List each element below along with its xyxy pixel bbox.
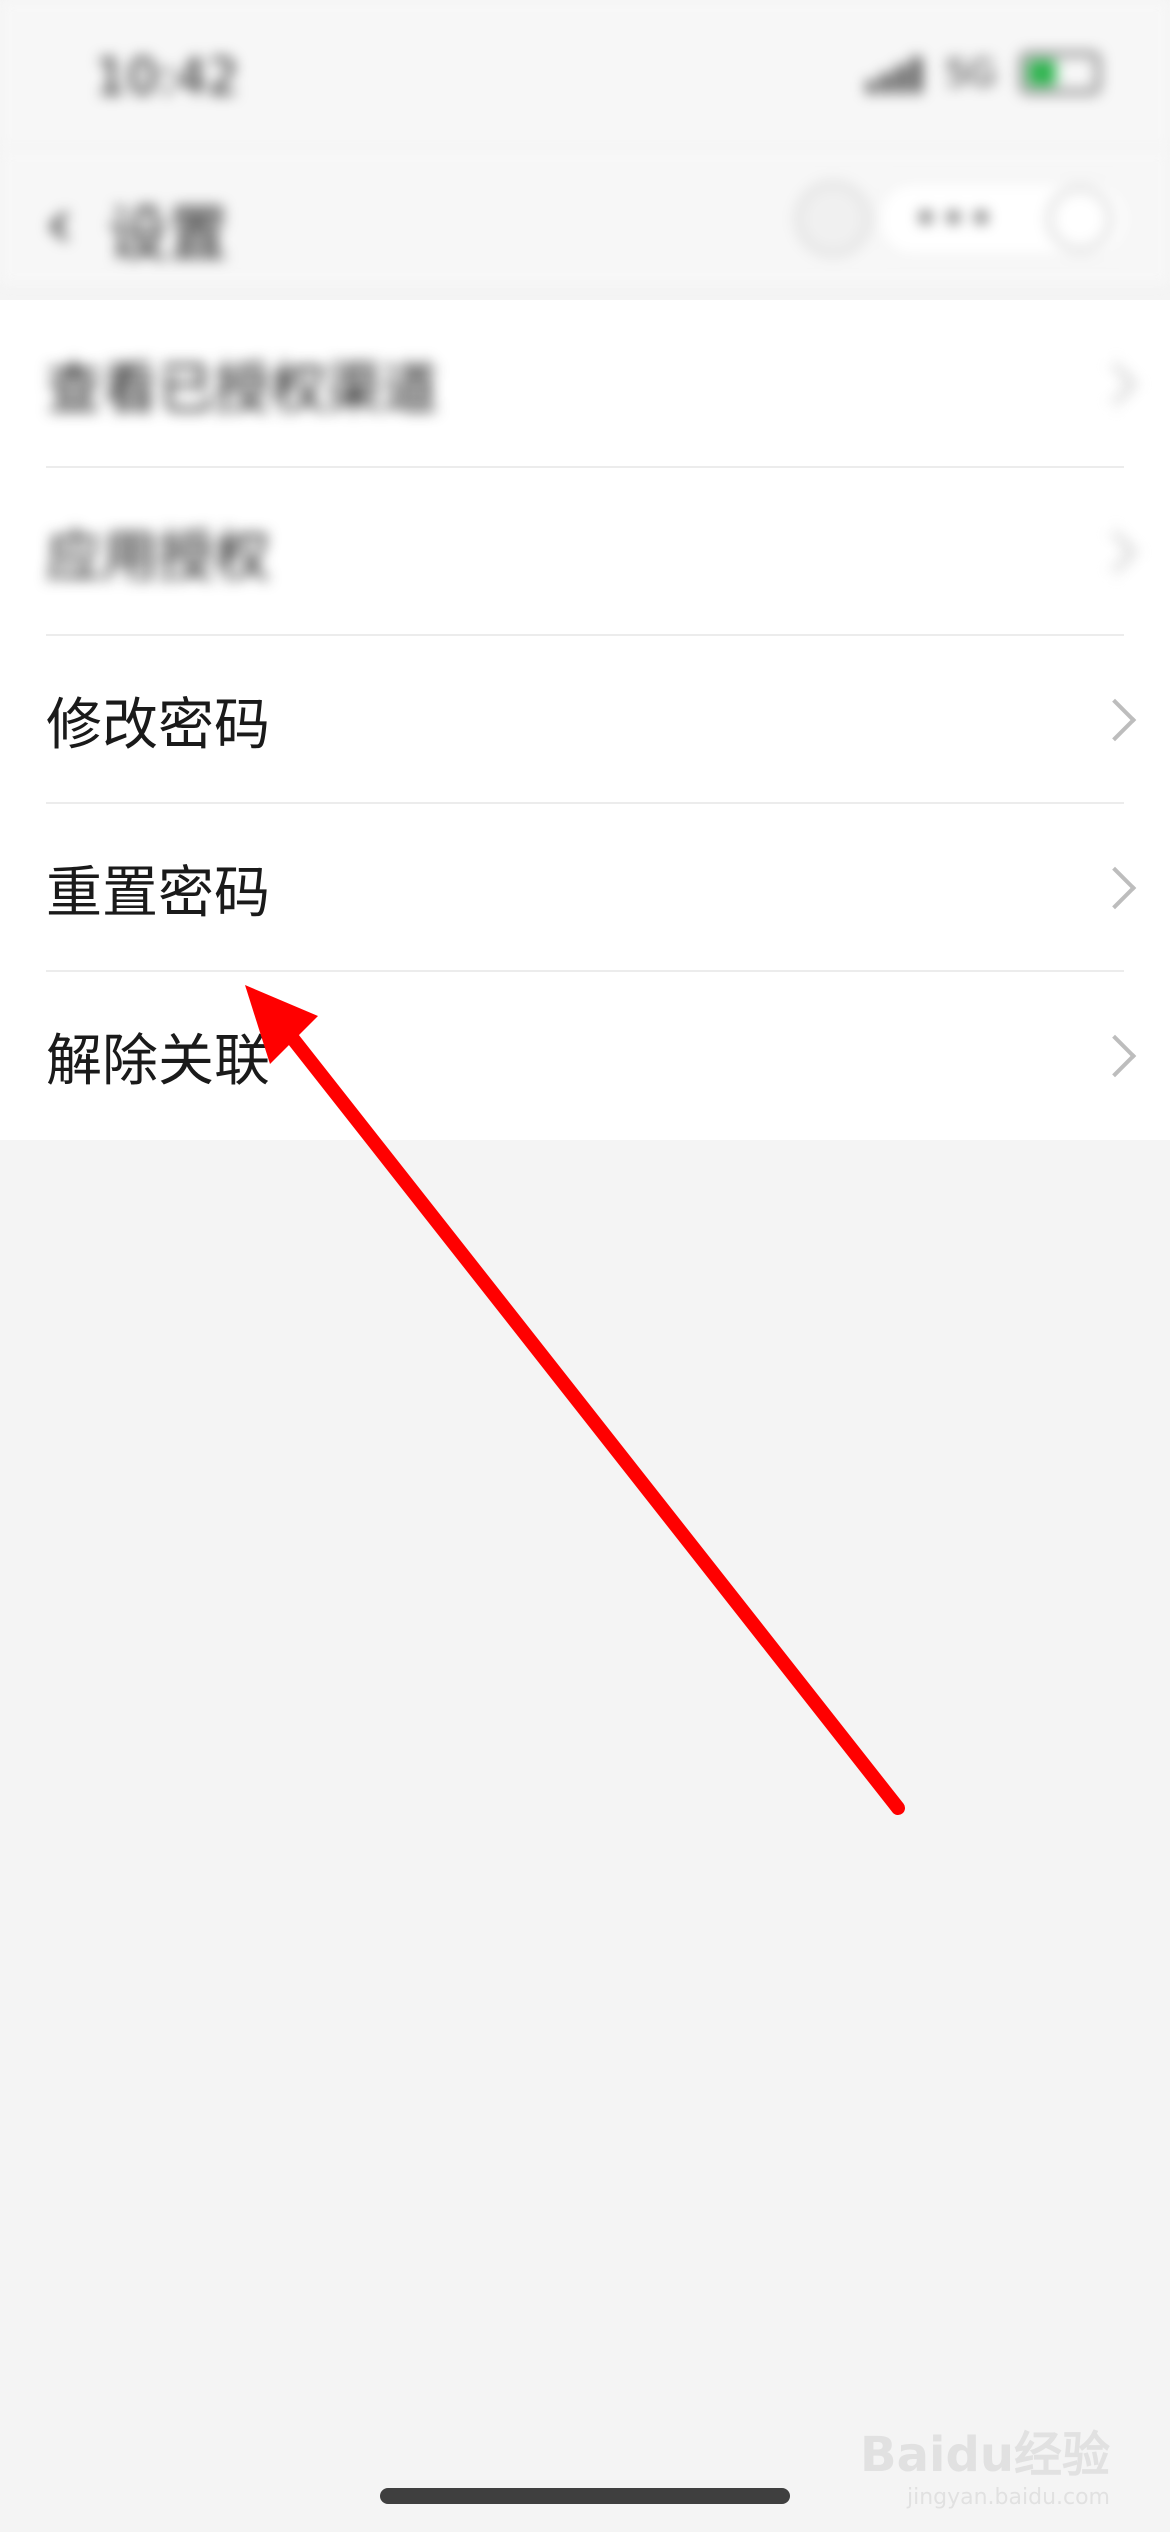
list-item-app-authorization[interactable]: 应用授权 [0, 468, 1170, 636]
list-item-label: 修改密码 [46, 692, 270, 758]
list-item-label: 查看已授权渠道 [46, 356, 438, 422]
watermark-brand: Baidu经验 [860, 2427, 1110, 2483]
status-indicators: 5G [867, 52, 1100, 94]
more-icon[interactable]: ••• [914, 196, 997, 242]
chevron-right-icon [1093, 866, 1137, 910]
home-indicator[interactable] [380, 2488, 790, 2504]
nav-bar: ‹ 设置 ••• [0, 150, 1170, 285]
chevron-right-icon [1093, 698, 1137, 742]
settings-list: 查看已授权渠道 应用授权 修改密码 重置密码 解除关联 [0, 300, 1170, 1140]
watermark: Baidu经验 jingyan.baidu.com [860, 2415, 1110, 2510]
watermark-url: jingyan.baidu.com [906, 2485, 1110, 2510]
mini-program-capsule: ••• [876, 180, 1130, 258]
battery-icon [1020, 52, 1100, 94]
list-item-reset-password[interactable]: 重置密码 [0, 804, 1170, 972]
list-item-unlink[interactable]: 解除关联 [0, 972, 1170, 1140]
chevron-left-icon[interactable]: ‹ [45, 182, 73, 264]
list-item-label: 解除关联 [46, 1028, 270, 1094]
list-item-label: 重置密码 [46, 860, 270, 926]
chevron-right-icon [1093, 530, 1137, 574]
signal-icon [867, 53, 922, 93]
annotation-arrow-shaft [279, 1023, 905, 1815]
page-title: 设置 [108, 200, 228, 270]
network-label: 5G [945, 52, 996, 94]
status-bar: 10:42 5G [0, 0, 1170, 150]
chevron-right-icon [1093, 1034, 1137, 1078]
list-item-label: 应用授权 [46, 524, 270, 590]
close-icon[interactable] [1048, 187, 1112, 251]
list-item-authorized-channels[interactable]: 查看已授权渠道 [0, 300, 1170, 468]
chevron-right-icon [1093, 362, 1137, 406]
list-item-change-password[interactable]: 修改密码 [0, 636, 1170, 804]
settings-icon[interactable] [796, 182, 870, 256]
status-time: 10:42 [95, 48, 240, 106]
